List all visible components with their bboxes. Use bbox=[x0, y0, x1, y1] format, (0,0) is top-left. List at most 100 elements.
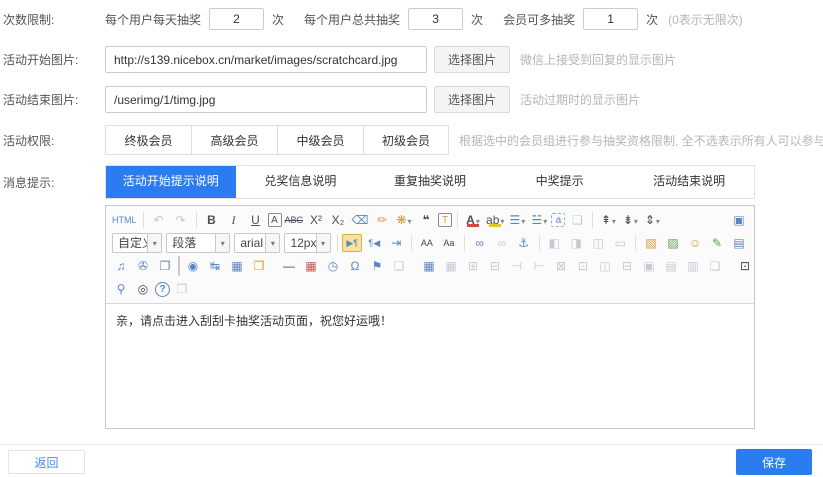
help-icon[interactable]: ? bbox=[155, 282, 170, 297]
to-uppercase-icon[interactable]: AA bbox=[417, 234, 437, 252]
scrawl-icon[interactable]: ✎ bbox=[707, 234, 727, 252]
paragraph-before-spacing-icon[interactable]: ⇞▾ bbox=[598, 211, 618, 229]
code-language-select[interactable]: 代码语言▾ bbox=[178, 256, 180, 276]
fullscreen-icon[interactable]: ▣ bbox=[729, 211, 749, 229]
message-tab-0[interactable]: 活动开始提示说明 bbox=[106, 166, 236, 198]
clear-format-icon[interactable]: ✏ bbox=[372, 211, 392, 229]
member-group-button-0[interactable]: 终极会员 bbox=[105, 125, 191, 155]
back-button[interactable]: 返回 bbox=[8, 450, 85, 474]
scratch-card-activity-form: 次数限制: 每个用户每天抽奖 次 每个用户总共抽奖 次 会员可多抽奖 次 (0表… bbox=[0, 7, 823, 477]
merge-right-icon[interactable]: ◫ bbox=[595, 257, 615, 275]
emoji-icon[interactable]: ☺ bbox=[685, 234, 705, 252]
font-color-icon[interactable]: A▾ bbox=[463, 211, 483, 229]
find-icon[interactable]: ◎ bbox=[133, 280, 153, 298]
new-document-icon[interactable]: ❏ bbox=[567, 211, 587, 229]
redo-icon[interactable]: ↷ bbox=[171, 211, 191, 229]
member-group-button-2[interactable]: 中级会员 bbox=[277, 125, 363, 155]
custom-title-select[interactable]: 自定义标题▾ bbox=[112, 233, 162, 253]
insert-row-after-icon[interactable]: ⊟ bbox=[485, 257, 505, 275]
ltr-paragraph-icon[interactable]: ▶¶ bbox=[342, 234, 362, 252]
member-group-button-1[interactable]: 高级会员 bbox=[191, 125, 277, 155]
indent-icon[interactable]: ⇥ bbox=[386, 234, 406, 252]
message-tab-2[interactable]: 重复抽奖说明 bbox=[365, 166, 495, 198]
total-draw-input[interactable] bbox=[408, 8, 463, 30]
link-icon[interactable]: ∞ bbox=[470, 234, 490, 252]
auto-typeset-icon[interactable]: ❋▾ bbox=[394, 211, 414, 229]
insert-image-icon[interactable]: ▧ bbox=[641, 234, 661, 252]
insert-code-icon[interactable]: ◉ bbox=[183, 257, 203, 275]
unordered-list-icon[interactable]: ☱▾ bbox=[529, 211, 549, 229]
message-tab-1[interactable]: 兑奖信息说明 bbox=[236, 166, 366, 198]
merge-down-icon[interactable]: ⊟ bbox=[617, 257, 637, 275]
multi-image-upload-icon[interactable]: ▨ bbox=[663, 234, 683, 252]
map-icon[interactable]: ⚑ bbox=[367, 257, 387, 275]
insert-video-icon[interactable]: ▤ bbox=[729, 234, 749, 252]
insert-col-after-icon[interactable]: ⊢ bbox=[529, 257, 549, 275]
split-col-icon[interactable]: ▥ bbox=[683, 257, 703, 275]
insert-row-before-icon[interactable]: ⊞ bbox=[463, 257, 483, 275]
paste-icon[interactable]: ❒ bbox=[172, 280, 192, 298]
font-size-select[interactable]: 12px▾ bbox=[284, 233, 330, 253]
insert-time-icon[interactable]: ◷ bbox=[323, 257, 343, 275]
message-tab-4[interactable]: 活动结束说明 bbox=[624, 166, 754, 198]
underline-icon[interactable]: U bbox=[246, 211, 266, 229]
anchor-icon[interactable]: ⚓ bbox=[514, 234, 534, 252]
member-group-button-3[interactable]: 初级会员 bbox=[363, 125, 449, 155]
image-align-left-icon[interactable]: ◨ bbox=[566, 234, 586, 252]
paste-text-icon[interactable]: T bbox=[438, 213, 452, 227]
pagebreak-icon[interactable]: ↹ bbox=[205, 257, 225, 275]
table-doc-icon[interactable]: ❏ bbox=[705, 257, 725, 275]
daily-draw-input[interactable] bbox=[209, 8, 264, 30]
unlink-icon[interactable]: ∞ bbox=[492, 234, 512, 252]
save-button[interactable]: 保存 bbox=[736, 449, 812, 475]
insert-iframe-icon[interactable]: ▦ bbox=[227, 257, 247, 275]
highlight-color-icon[interactable]: ab▾ bbox=[485, 211, 505, 229]
delete-table-icon[interactable]: ▦ bbox=[441, 257, 461, 275]
insert-music-icon[interactable]: ♫ bbox=[111, 257, 131, 275]
italic-icon[interactable]: I bbox=[224, 211, 244, 229]
end-image-input[interactable] bbox=[105, 86, 427, 113]
end-image-pick-button[interactable]: 选择图片 bbox=[434, 86, 510, 113]
superscript-icon[interactable]: X² bbox=[306, 211, 326, 229]
ordered-list-icon[interactable]: ☰▾ bbox=[507, 211, 527, 229]
html-source-icon[interactable]: HTML bbox=[111, 211, 138, 229]
delete-col-icon[interactable]: ⊡ bbox=[573, 257, 593, 275]
screenshot-icon[interactable]: ❑ bbox=[389, 257, 409, 275]
to-lowercase-icon[interactable]: Aa bbox=[439, 234, 459, 252]
delete-row-icon[interactable]: ⊠ bbox=[551, 257, 571, 275]
special-char-icon[interactable]: Ω bbox=[345, 257, 365, 275]
format-eraser-icon[interactable]: ⌫ bbox=[350, 211, 370, 229]
merge-cells-icon[interactable]: ▣ bbox=[639, 257, 659, 275]
rtl-paragraph-icon[interactable]: ¶◀ bbox=[364, 234, 384, 252]
image-align-center-icon[interactable]: ▭ bbox=[610, 234, 630, 252]
message-tab-3[interactable]: 中奖提示 bbox=[495, 166, 625, 198]
line-spacing-icon[interactable]: ⇕▾ bbox=[642, 211, 662, 229]
select-all-icon[interactable]: a bbox=[551, 213, 565, 227]
start-image-input[interactable] bbox=[105, 46, 427, 73]
insert-date-icon[interactable]: ▦ bbox=[301, 257, 321, 275]
horizontal-rule-icon[interactable]: — bbox=[279, 257, 299, 275]
insert-file-icon[interactable]: ❐ bbox=[155, 257, 175, 275]
undo-icon[interactable]: ↶ bbox=[149, 211, 169, 229]
image-align-right-icon[interactable]: ◫ bbox=[588, 234, 608, 252]
member-extra-input[interactable] bbox=[583, 8, 638, 30]
insert-table-icon[interactable]: ▦ bbox=[419, 257, 439, 275]
blockquote-icon[interactable]: ❝ bbox=[416, 211, 436, 229]
print-icon[interactable]: ⊡ bbox=[735, 257, 755, 275]
border-text-icon[interactable]: A bbox=[268, 213, 282, 227]
toolbar-separator bbox=[143, 212, 144, 228]
search-replace-icon[interactable]: ⚲ bbox=[111, 280, 131, 298]
font-family-select[interactable]: arial▾ bbox=[234, 233, 280, 253]
editor-content[interactable]: 亲，请点击进入刮刮卡抽奖活动页面，祝您好运哦！ bbox=[106, 304, 754, 428]
image-default-align-icon[interactable]: ◧ bbox=[544, 234, 564, 252]
split-row-icon[interactable]: ▤ bbox=[661, 257, 681, 275]
bold-icon[interactable]: B bbox=[202, 211, 222, 229]
snapshot-icon[interactable]: ❒ bbox=[249, 257, 269, 275]
attachment-icon[interactable]: ✇ bbox=[133, 257, 153, 275]
insert-col-before-icon[interactable]: ⊣ bbox=[507, 257, 527, 275]
start-image-pick-button[interactable]: 选择图片 bbox=[434, 46, 510, 73]
paragraph-select[interactable]: 段落▾ bbox=[166, 233, 230, 253]
strikethrough-icon[interactable]: ABC bbox=[284, 211, 305, 229]
paragraph-after-spacing-icon[interactable]: ⇟▾ bbox=[620, 211, 640, 229]
subscript-icon[interactable]: X₂ bbox=[328, 211, 348, 229]
